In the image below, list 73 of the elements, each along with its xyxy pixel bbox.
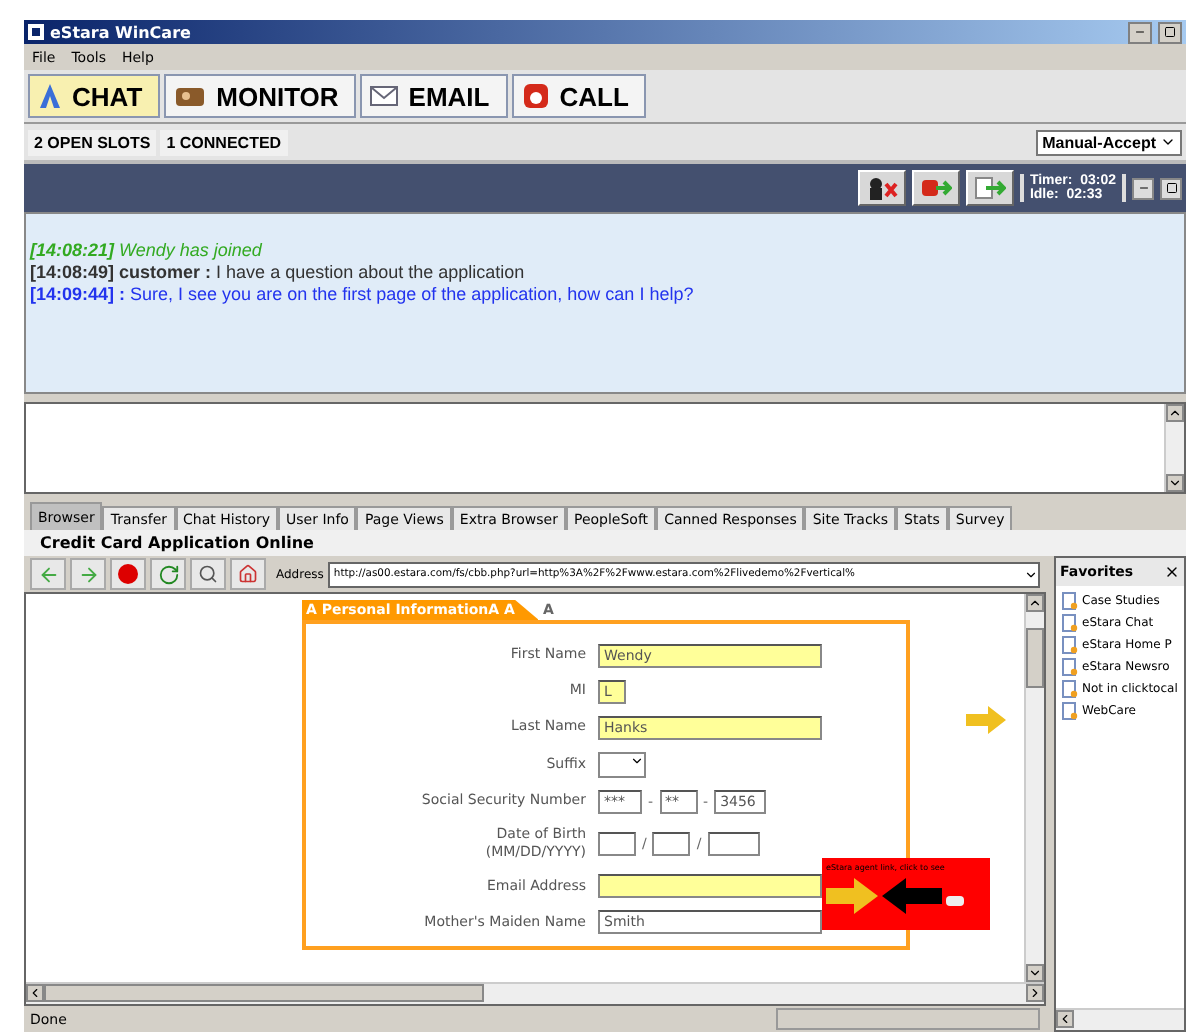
caret-icon xyxy=(1024,567,1038,581)
chat-message: [14:08:21] Wendy has joined xyxy=(30,240,264,260)
chat-message: [14:08:49] customer : I have a question about the application xyxy=(30,262,527,282)
scroll-up-button[interactable] xyxy=(1166,404,1184,422)
minimize-button[interactable] xyxy=(1132,177,1154,199)
page-icon xyxy=(1062,658,1078,676)
text-field[interactable] xyxy=(652,832,691,857)
end-chat-button[interactable] xyxy=(857,170,906,206)
mode-button[interactable]: CALL xyxy=(511,74,647,118)
caret-icon xyxy=(1058,1012,1072,1026)
slot-status: 1 CONNECTED xyxy=(160,129,288,155)
scroll-right-button[interactable] xyxy=(1026,984,1044,1002)
forward-icon xyxy=(77,563,99,585)
phone-arrow-icon xyxy=(919,176,952,200)
text-field[interactable] xyxy=(707,832,760,857)
mode-button[interactable]: MONITOR xyxy=(164,74,357,118)
stop-button[interactable] xyxy=(110,558,146,590)
message-input[interactable] xyxy=(24,402,1186,494)
arrows-eraser-drawing xyxy=(826,872,966,920)
mode-button[interactable]: EMAIL xyxy=(360,74,508,118)
caret-icon xyxy=(630,754,644,768)
envelope-icon xyxy=(370,86,399,106)
chat-message: [14:09:44] : Sure, I see you are on the first page of the application, how can I help? xyxy=(30,284,696,304)
refresh-button[interactable] xyxy=(150,558,186,590)
page-icon xyxy=(1062,592,1078,610)
caret-icon xyxy=(1168,406,1182,420)
phone-icon xyxy=(521,82,550,110)
home-button[interactable] xyxy=(230,558,266,590)
back-icon xyxy=(37,563,59,585)
scroll-up-button[interactable] xyxy=(1026,594,1044,612)
home-icon xyxy=(238,564,258,584)
scroll-left-button[interactable] xyxy=(1056,1010,1074,1028)
text-field[interactable] xyxy=(598,832,636,857)
slot-status: 2 OPEN SLOTS xyxy=(28,129,157,155)
stop-icon xyxy=(118,564,138,584)
page-icon xyxy=(1062,680,1078,698)
maximize-button[interactable] xyxy=(1158,21,1182,43)
scrollbar-thumb[interactable] xyxy=(1026,628,1044,688)
scrollbar-thumb[interactable] xyxy=(44,984,484,1002)
device-icon xyxy=(174,84,207,108)
minimize-icon xyxy=(1134,26,1146,38)
app-icon xyxy=(28,24,44,40)
caret-icon xyxy=(1160,134,1176,150)
caret-icon xyxy=(1168,476,1182,490)
text-field[interactable] xyxy=(598,874,822,899)
refresh-icon xyxy=(157,563,179,585)
select-field[interactable] xyxy=(598,752,646,778)
push-page-button[interactable] xyxy=(965,170,1014,206)
search-button[interactable] xyxy=(190,558,226,590)
caret-icon xyxy=(1028,596,1042,610)
person-cross-icon xyxy=(865,176,898,200)
minimize-button[interactable] xyxy=(1128,21,1152,43)
scroll-down-button[interactable] xyxy=(1026,964,1044,982)
page-icon xyxy=(1062,702,1078,720)
restore-icon xyxy=(1165,182,1177,194)
page-icon xyxy=(1062,614,1078,632)
window-title: eStara WinCare xyxy=(50,23,193,41)
page-arrow-icon xyxy=(973,176,1006,200)
search-icon xyxy=(198,564,218,584)
accept-mode-dropdown[interactable]: Manual-Accept xyxy=(1036,129,1182,155)
pointer-arrow-icon xyxy=(966,706,1006,734)
restore-button[interactable] xyxy=(1160,177,1182,199)
page-icon xyxy=(1062,636,1078,654)
close-icon[interactable] xyxy=(1164,564,1180,580)
maximize-icon xyxy=(1164,26,1176,38)
scroll-down-button[interactable] xyxy=(1166,474,1184,492)
transfer-button[interactable] xyxy=(911,170,960,206)
chat-logo-icon xyxy=(38,82,62,110)
caret-icon xyxy=(28,986,42,1000)
scroll-left-button[interactable] xyxy=(26,984,44,1002)
page-title: Credit Card Application Online xyxy=(24,530,1186,556)
mode-button[interactable]: CHAT xyxy=(28,74,161,118)
minimize-icon xyxy=(1137,182,1149,194)
